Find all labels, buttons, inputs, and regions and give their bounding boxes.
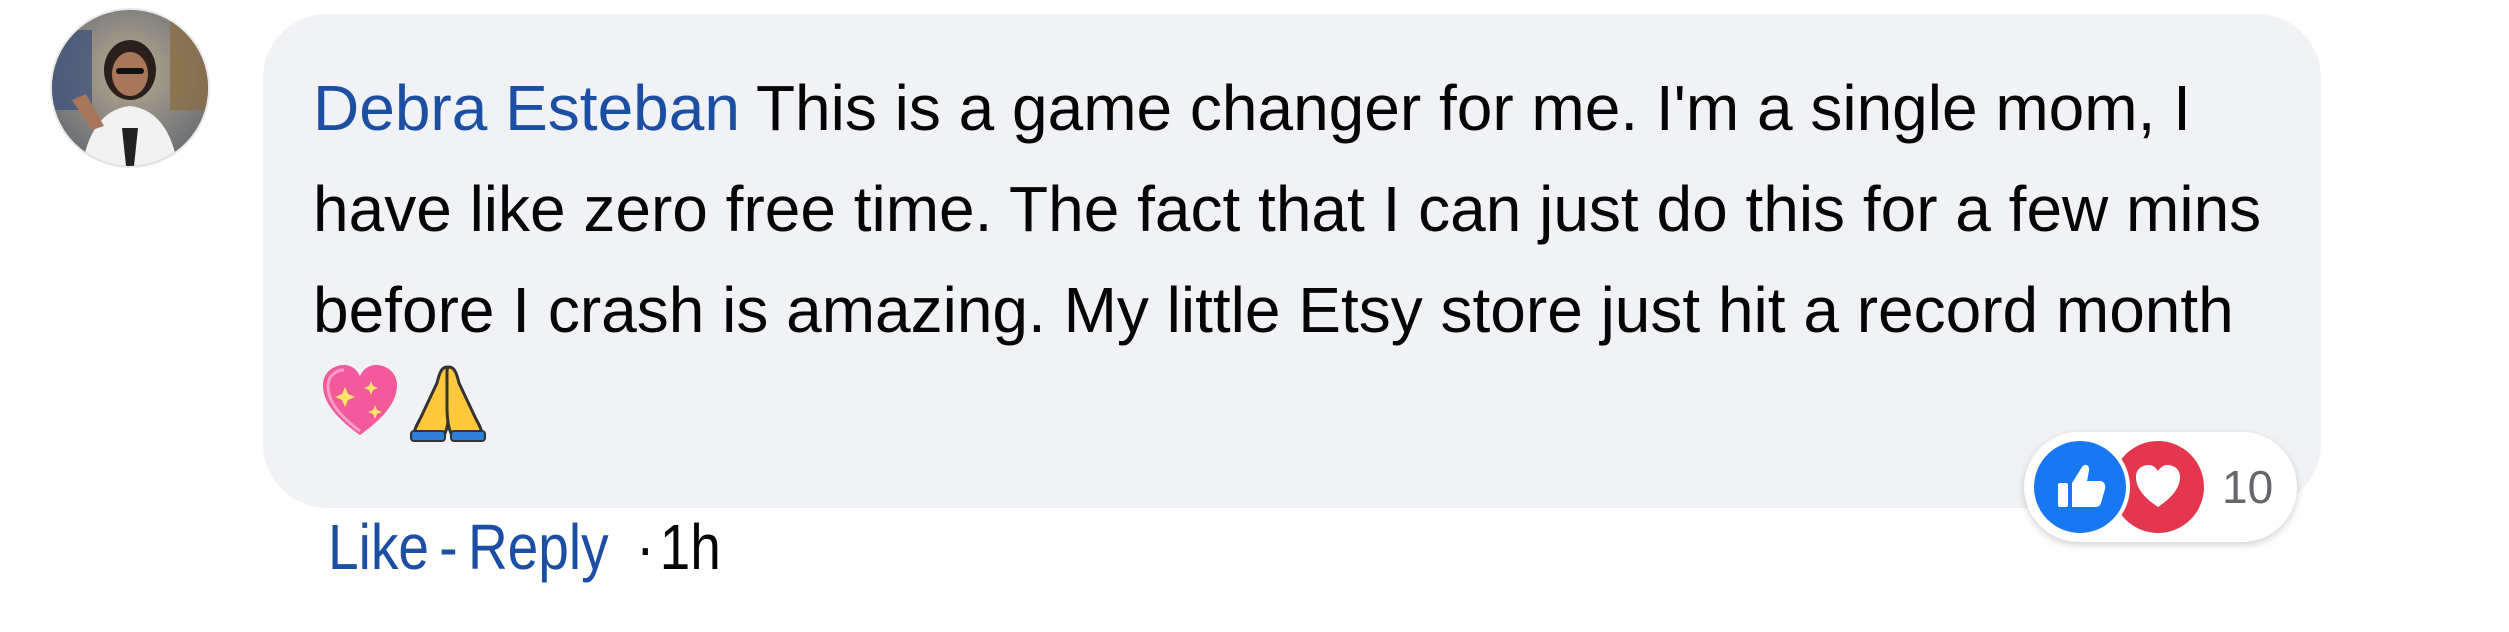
avatar[interactable] xyxy=(52,10,208,166)
comment-body: Debra Esteban This is a game changer for … xyxy=(313,58,2273,462)
author-name[interactable]: Debra Esteban xyxy=(313,72,740,144)
sparkling-heart-icon xyxy=(319,361,401,443)
reply-button[interactable]: Reply xyxy=(468,510,609,584)
action-separator: - xyxy=(439,511,458,583)
reactions-summary[interactable]: 10 xyxy=(2024,432,2298,542)
like-button[interactable]: Like xyxy=(328,510,429,584)
comment: Debra Esteban This is a game changer for … xyxy=(0,0,2509,632)
reaction-count: 10 xyxy=(2222,461,2274,513)
comment-actions: Like - Reply · 1h xyxy=(328,510,721,584)
like-icon xyxy=(2030,437,2130,537)
comment-bubble: Debra Esteban This is a game changer for … xyxy=(263,14,2321,508)
time-separator: · xyxy=(636,511,655,583)
folded-hands-icon xyxy=(407,361,489,443)
timestamp[interactable]: 1h xyxy=(660,510,721,584)
